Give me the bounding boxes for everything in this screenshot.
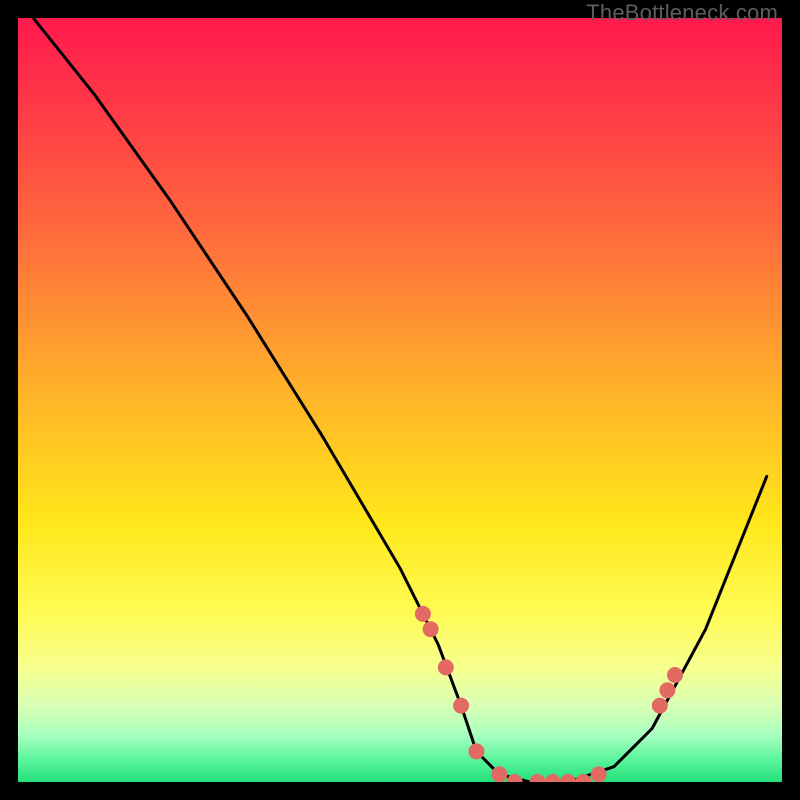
data-point-marker [453, 698, 469, 714]
data-point-marker [652, 698, 668, 714]
data-point-marker [530, 774, 546, 782]
data-point-marker [507, 774, 523, 782]
chart-overlay [18, 18, 782, 782]
data-point-marker [415, 606, 431, 622]
data-point-marker [560, 774, 576, 782]
data-point-marker [591, 766, 607, 782]
data-point-markers [415, 606, 683, 782]
data-point-marker [491, 766, 507, 782]
data-point-marker [468, 743, 484, 759]
data-point-marker [438, 659, 454, 675]
data-point-marker [545, 774, 561, 782]
data-point-marker [423, 621, 439, 637]
watermark-text: TheBottleneck.com [586, 0, 778, 26]
data-point-marker [659, 682, 675, 698]
chart-frame [18, 18, 782, 782]
bottleneck-curve [33, 18, 766, 782]
data-point-marker [667, 667, 683, 683]
bottleneck-curve-path [33, 18, 766, 782]
